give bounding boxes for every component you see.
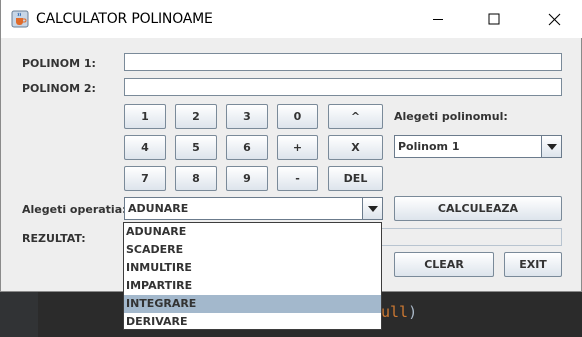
polinom1-input[interactable] — [124, 53, 562, 71]
key-6-button[interactable]: 6 — [226, 135, 268, 160]
operatie-dropdown-list: ADUNARE SCADERE INMULTIRE IMPARTIRE INTE… — [123, 222, 382, 330]
key-2-button[interactable]: 2 — [175, 104, 217, 129]
polinom1-label: POLINOM 1: — [22, 57, 96, 70]
alegeti-operatia-label: Alegeti operatia: — [22, 203, 127, 216]
calculeaza-button[interactable]: CALCULEAZA — [394, 196, 562, 221]
chevron-down-icon — [367, 205, 378, 212]
dropdown-option-integrare[interactable]: INTEGRARE — [124, 295, 381, 313]
key-5-button[interactable]: 5 — [175, 135, 217, 160]
rezultat-label: REZULTAT: — [22, 232, 86, 245]
minimize-button[interactable] — [415, 0, 461, 38]
key-minus-button[interactable]: - — [277, 166, 318, 191]
polinom2-input[interactable] — [124, 78, 562, 96]
chevron-down-icon — [546, 143, 557, 150]
polinom-select-value: Polinom 1 — [398, 140, 460, 153]
key-plus-button[interactable]: + — [277, 135, 318, 160]
background-code-paren: ) — [408, 303, 418, 321]
operatie-select[interactable]: ADUNARE — [124, 197, 383, 220]
dropdown-option-inmultire[interactable]: INMULTIRE — [124, 259, 381, 277]
key-del-button[interactable]: DEL — [328, 166, 383, 191]
exit-button[interactable]: EXIT — [504, 252, 562, 277]
clear-button[interactable]: CLEAR — [394, 252, 494, 277]
operatie-select-arrow[interactable] — [362, 198, 382, 219]
editor-gutter — [0, 291, 38, 337]
maximize-button[interactable] — [471, 0, 517, 38]
minimize-icon — [433, 19, 443, 20]
polinom-select-arrow[interactable] — [541, 136, 561, 157]
key-power-button[interactable]: ^ — [328, 104, 383, 129]
window-title: CALCULATOR POLINOAME — [36, 11, 213, 27]
title-bar[interactable]: CALCULATOR POLINOAME — [1, 0, 582, 38]
dropdown-option-impartire[interactable]: IMPARTIRE — [124, 277, 381, 295]
background-code-keyword: ull — [381, 303, 409, 321]
polinom2-label: POLINOM 2: — [22, 82, 96, 95]
key-1-button[interactable]: 1 — [124, 104, 166, 129]
dropdown-option-scadere[interactable]: SCADERE — [124, 241, 381, 259]
key-8-button[interactable]: 8 — [175, 166, 217, 191]
dropdown-option-derivare[interactable]: DERIVARE — [124, 313, 381, 331]
alegeti-polinomul-label: Alegeti polinomul: — [394, 110, 508, 123]
key-0-button[interactable]: 0 — [277, 104, 318, 129]
key-3-button[interactable]: 3 — [226, 104, 268, 129]
polinom-select[interactable]: Polinom 1 — [394, 135, 562, 158]
close-icon — [548, 13, 560, 25]
background-code-line: ull) — [381, 303, 417, 321]
key-4-button[interactable]: 4 — [124, 135, 166, 160]
operatie-select-value: ADUNARE — [128, 202, 189, 215]
dropdown-option-adunare[interactable]: ADUNARE — [124, 223, 381, 241]
key-x-button[interactable]: X — [328, 135, 383, 160]
key-9-button[interactable]: 9 — [226, 166, 268, 191]
java-cup-icon — [11, 10, 29, 28]
close-button[interactable] — [531, 0, 577, 38]
maximize-icon — [488, 13, 500, 25]
key-7-button[interactable]: 7 — [124, 166, 166, 191]
